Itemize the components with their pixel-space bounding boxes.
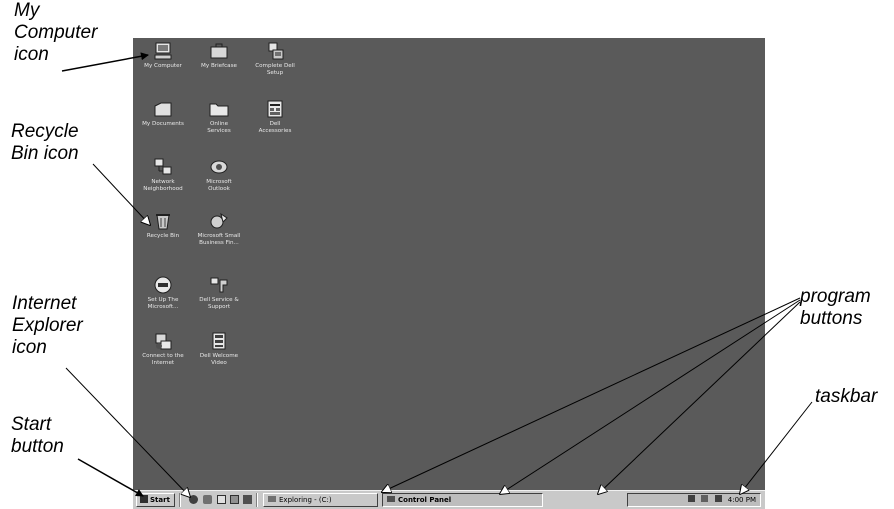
arrow-my-computer	[61, 52, 149, 72]
arrow-program-buttons-1	[382, 297, 801, 492]
arrow-taskbar	[740, 401, 813, 494]
arrow-program-buttons-2	[500, 299, 801, 494]
callout-arrows	[61, 52, 813, 509]
arrow-internet-explorer	[65, 367, 190, 497]
arrow-start-button	[77, 458, 144, 497]
arrow-program-buttons-3	[598, 301, 801, 494]
arrow-recycle-bin	[92, 163, 150, 225]
